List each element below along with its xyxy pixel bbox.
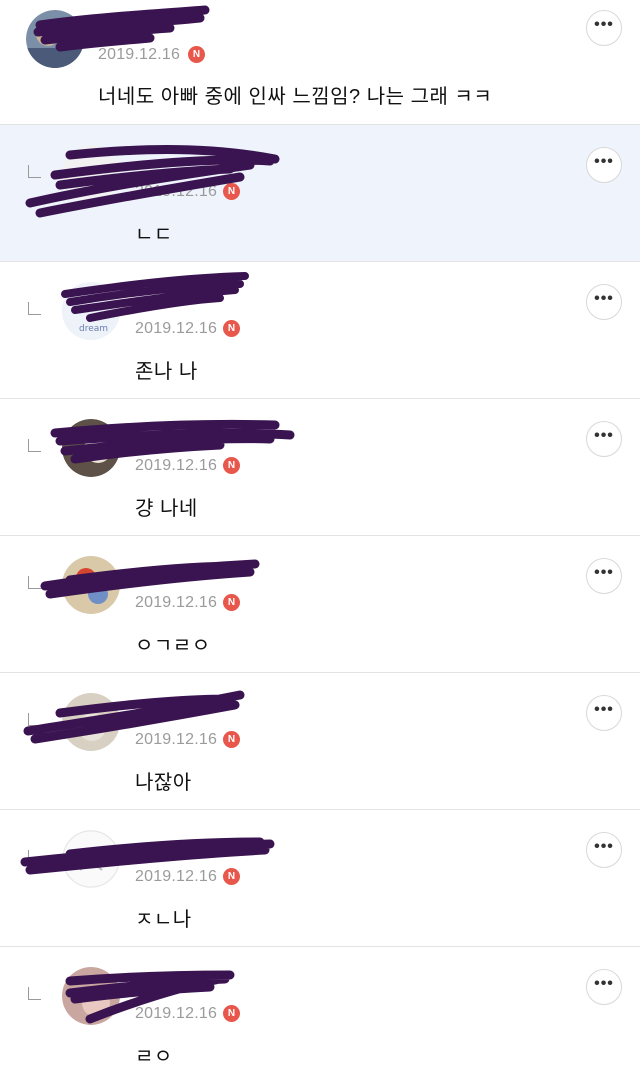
ellipsis-icon: ••• bbox=[594, 564, 614, 581]
more-options-button[interactable]: ••• bbox=[586, 695, 622, 731]
new-badge: N bbox=[223, 457, 240, 474]
comment-date: 2019.12.16 bbox=[135, 320, 218, 337]
more-options-button[interactable]: ••• bbox=[586, 284, 622, 320]
svg-text:dream: dream bbox=[79, 324, 108, 334]
more-options-button[interactable]: ••• bbox=[586, 558, 622, 594]
comment-text: 걍 나네 bbox=[135, 498, 198, 520]
avatar[interactable] bbox=[62, 967, 120, 1025]
reply-item: dream 2019.12.16 N 존나 나 ••• bbox=[0, 262, 640, 399]
ellipsis-icon: ••• bbox=[594, 427, 614, 444]
ellipsis-icon: ••• bbox=[594, 838, 614, 855]
comment-text: 나잖아 bbox=[135, 772, 192, 794]
reply-indicator-icon bbox=[28, 302, 41, 315]
more-options-button[interactable]: ••• bbox=[586, 10, 622, 46]
more-options-button[interactable]: ••• bbox=[586, 832, 622, 868]
comment-date: 2019.12.16 bbox=[135, 1005, 218, 1022]
reply-indicator-icon bbox=[28, 987, 41, 1000]
reply-item: 2019.12.16 N ㄹㅇ ••• bbox=[0, 947, 640, 1084]
reply-item: 2019.12.16 N 걍 나네 ••• bbox=[0, 399, 640, 536]
reply-item: 2019.12.16 N ㄴㄷ ••• bbox=[0, 125, 640, 262]
comment-date: 2019.12.16 bbox=[135, 731, 218, 748]
reply-item: 2019.12.16 N 나잖아 ••• bbox=[0, 673, 640, 810]
comment-text: ㄹㅇ bbox=[135, 1046, 173, 1068]
reply-indicator-icon bbox=[28, 713, 41, 726]
more-options-button[interactable]: ••• bbox=[586, 969, 622, 1005]
new-badge: N bbox=[223, 1005, 240, 1022]
reply-indicator-icon bbox=[28, 850, 41, 863]
comment-item: 2019.12.16 N 너네도 아빠 중에 인싸 느낌임? 나는 그래 ㅋㅋ … bbox=[0, 0, 640, 125]
new-badge: N bbox=[188, 46, 205, 63]
avatar[interactable] bbox=[62, 145, 120, 203]
reply-indicator-icon bbox=[28, 165, 41, 178]
comment-date: 2019.12.16 bbox=[98, 46, 181, 63]
new-badge: N bbox=[223, 868, 240, 885]
avatar[interactable] bbox=[62, 830, 120, 888]
comment-text: 너네도 아빠 중에 인싸 느낌임? 나는 그래 ㅋㅋ bbox=[98, 86, 493, 108]
comment-text: 존나 나 bbox=[135, 361, 198, 383]
reply-item: 2019.12.16 N ㅈㄴ나 ••• bbox=[0, 810, 640, 947]
ellipsis-icon: ••• bbox=[594, 975, 614, 992]
more-options-button[interactable]: ••• bbox=[586, 147, 622, 183]
avatar[interactable] bbox=[62, 419, 120, 477]
avatar[interactable] bbox=[62, 556, 120, 614]
comment-date: 2019.12.16 bbox=[135, 594, 218, 611]
new-badge: N bbox=[223, 731, 240, 748]
new-badge: N bbox=[223, 594, 240, 611]
avatar[interactable] bbox=[62, 693, 120, 751]
ellipsis-icon: ••• bbox=[594, 153, 614, 170]
reply-indicator-icon bbox=[28, 576, 41, 589]
comment-date: 2019.12.16 bbox=[135, 183, 218, 200]
new-badge: N bbox=[223, 320, 240, 337]
avatar[interactable] bbox=[26, 10, 84, 68]
ellipsis-icon: ••• bbox=[594, 290, 614, 307]
comment-date: 2019.12.16 bbox=[135, 457, 218, 474]
avatar[interactable]: dream bbox=[62, 282, 120, 340]
ellipsis-icon: ••• bbox=[594, 701, 614, 718]
new-badge: N bbox=[223, 183, 240, 200]
more-options-button[interactable]: ••• bbox=[586, 421, 622, 457]
reply-indicator-icon bbox=[28, 439, 41, 452]
ellipsis-icon: ••• bbox=[594, 16, 614, 33]
comment-text: ㅇㄱㄹㅇ bbox=[135, 635, 211, 657]
comment-date: 2019.12.16 bbox=[135, 868, 218, 885]
comment-text: ㄴㄷ bbox=[135, 224, 173, 246]
reply-item: 2019.12.16 N ㅇㄱㄹㅇ ••• bbox=[0, 536, 640, 673]
comment-text: ㅈㄴ나 bbox=[135, 909, 192, 931]
